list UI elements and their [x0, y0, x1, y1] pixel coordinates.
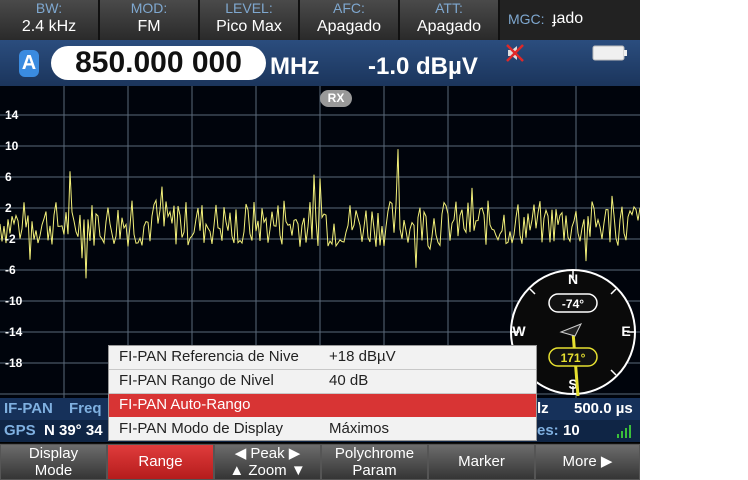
level-value: Pico Max: [216, 18, 282, 35]
signal-strength-icon: [617, 425, 631, 438]
y-tick-label: 10: [5, 139, 19, 153]
y-tick-label: -10: [5, 294, 23, 308]
y-tick-label: 6: [5, 170, 12, 184]
mod-label: MOD:: [130, 0, 168, 16]
softkey-line1: ◀ Peak ▶: [234, 445, 301, 462]
menu-item-level-range[interactable]: FI-PAN Rango de Nivel 40 dB: [109, 370, 536, 394]
satellites-count: 10: [563, 422, 580, 439]
menu-item-reference-level[interactable]: FI-PAN Referencia de Nive +18 dBµV: [109, 346, 536, 370]
level-readout: -1.0 dBµV: [368, 53, 478, 80]
mod-cell[interactable]: MOD: FM: [100, 0, 200, 40]
satellites-label: es:: [537, 422, 559, 439]
bw-label: BW:: [35, 0, 63, 16]
menu-item-label: FI-PAN Auto-Rango: [119, 396, 251, 413]
gps-label: GPS: [4, 422, 36, 439]
more-softkey[interactable]: More ▶: [535, 444, 640, 480]
afc-cell[interactable]: AFC: Apagado: [300, 0, 400, 40]
y-tick-label: -2: [5, 232, 16, 246]
range-popup-menu: FI-PAN Referencia de Nive +18 dBµV FI-PA…: [108, 345, 537, 441]
menu-item-value: +18 dBµV: [329, 348, 396, 365]
menu-item-display-mode[interactable]: FI-PAN Modo de Display Máximos: [109, 418, 536, 441]
level-cell[interactable]: LEVEL: Pico Max: [200, 0, 300, 40]
softkey-bar: Display Mode Range ◀ Peak ▶ ▲ Zoom ▼ Pol…: [0, 443, 640, 480]
y-tick-label: 2: [5, 201, 12, 215]
softkey-label: More ▶: [562, 453, 613, 470]
menu-item-value: 40 dB: [329, 372, 369, 389]
y-tick-label: -14: [5, 325, 23, 339]
y-tick-label: -18: [5, 356, 23, 370]
peak-zoom-softkey[interactable]: ◀ Peak ▶ ▲ Zoom ▼: [214, 444, 321, 480]
gps-coordinates: N 39° 34: [44, 422, 103, 439]
compass-north: N: [568, 271, 578, 287]
menu-item-label: FI-PAN Modo de Display: [119, 420, 283, 437]
mgc-value: ɟado: [552, 10, 584, 27]
afc-value: Apagado: [316, 18, 382, 35]
battery-icon: [592, 45, 627, 61]
menu-item-auto-range[interactable]: FI-PAN Auto-Rango: [109, 394, 536, 417]
softkey-line2: Mode: [34, 462, 73, 479]
receiver-screen: BW: 2.4 kHz MOD: FM LEVEL: Pico Max AFC:…: [0, 0, 640, 480]
rx-badge: RX: [320, 90, 352, 107]
bearing-bottom: 171°: [561, 351, 586, 365]
bearing-top: -74°: [562, 297, 584, 311]
y-tick-label: 14: [5, 108, 19, 122]
y-tick-label: -6: [5, 263, 16, 277]
frequency-row: A 850.000 000 MHz -1.0 dBµV: [0, 40, 640, 86]
mod-value: FM: [137, 18, 161, 35]
level-label: LEVEL:: [225, 0, 273, 16]
receiver-a-badge[interactable]: A: [19, 50, 39, 77]
mgc-label: MGC:: [508, 11, 545, 27]
att-cell[interactable]: ATT: Apagado: [400, 0, 500, 40]
ifpan-unit-fragment: lz: [537, 400, 549, 417]
compass-west: W: [512, 323, 526, 339]
att-label: ATT:: [435, 0, 463, 16]
att-value: Apagado: [416, 18, 482, 35]
bw-cell[interactable]: BW: 2.4 kHz: [0, 0, 100, 40]
softkey-label: Marker: [458, 453, 505, 470]
softkey-line1: Display: [28, 445, 79, 462]
bw-value: 2.4 kHz: [21, 18, 77, 35]
ifpan-freq-label: Freq: [69, 400, 102, 417]
frequency-display[interactable]: 850.000 000: [51, 46, 266, 80]
menu-item-label: FI-PAN Rango de Nivel: [119, 372, 274, 389]
softkey-line1: Polychrome: [334, 445, 415, 462]
mgc-cell[interactable]: MGC: ɟado: [500, 0, 640, 40]
menu-item-value: Máximos: [329, 420, 390, 437]
speaker-muted-icon: [506, 44, 524, 62]
softkey-line2: Param: [352, 462, 397, 479]
polychrome-param-softkey[interactable]: Polychrome Param: [321, 444, 428, 480]
afc-label: AFC:: [333, 0, 365, 16]
ifpan-label: IF-PAN: [4, 400, 53, 417]
display-mode-softkey[interactable]: Display Mode: [0, 444, 107, 480]
menu-item-label: FI-PAN Referencia de Nive: [119, 348, 299, 365]
compass-east: E: [621, 323, 630, 339]
top-info-bar: BW: 2.4 kHz MOD: FM LEVEL: Pico Max AFC:…: [0, 0, 640, 40]
ifpan-measure-time: 500.0 µs: [574, 400, 633, 417]
marker-softkey[interactable]: Marker: [428, 444, 535, 480]
frequency-unit: MHz: [270, 53, 320, 80]
softkey-label: Range: [138, 453, 183, 470]
range-softkey[interactable]: Range: [107, 444, 214, 480]
softkey-line2: ▲ Zoom ▼: [229, 462, 306, 479]
